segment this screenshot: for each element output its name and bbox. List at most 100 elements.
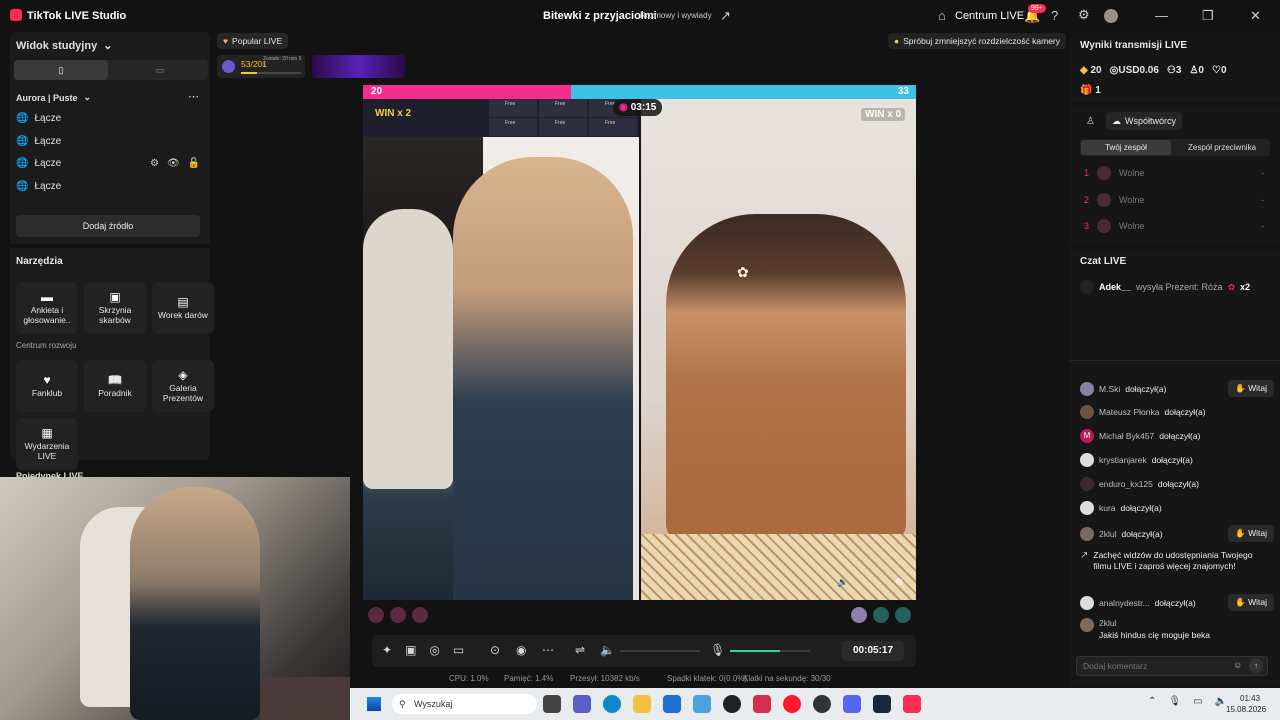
settings-icon[interactable]: ⚙ (150, 158, 159, 169)
person-settings-icon[interactable]: ♙ (1086, 116, 1095, 127)
witaj-label: Witaj (1248, 383, 1267, 393)
discord-icon[interactable] (843, 695, 861, 713)
team-slot[interactable]: 1 Wolne - (1084, 166, 1264, 180)
poll-tool[interactable]: ▬ Ankieta i głosowanie.. (16, 282, 78, 334)
centrum-live-link[interactable]: Centrum LIVE (955, 10, 1024, 22)
add-source-button[interactable]: Dodaj źródło (16, 215, 200, 237)
volume-icon[interactable]: 🔈 (600, 643, 615, 657)
supporter-avatar[interactable] (873, 607, 889, 623)
home-icon[interactable]: ⌂ (938, 8, 946, 23)
supporter-avatar[interactable] (851, 607, 867, 623)
steam-icon[interactable] (873, 695, 891, 713)
emoji-icon[interactable]: ☺ (1233, 660, 1242, 670)
maximize-icon[interactable]: ❐ (1202, 8, 1214, 24)
chat-row: krystianjarek dołączył(a) (1080, 453, 1274, 467)
teams-icon[interactable] (573, 695, 591, 713)
taskbar-search[interactable]: ⚲ Wyszukaj (392, 694, 537, 714)
slot-label: Wolne (1119, 168, 1145, 178)
slot-label: Wolne (1119, 221, 1145, 231)
network-icon[interactable]: ▭ (1193, 696, 1202, 707)
slot-value: - (1261, 221, 1264, 231)
more-icon[interactable]: ⋯ (542, 643, 554, 657)
layout-icon[interactable]: ▣ (405, 643, 416, 657)
volume-slider[interactable] (620, 650, 700, 652)
send-icon[interactable]: ↑ (1249, 659, 1263, 673)
magic-wand-icon[interactable]: ✦ (382, 643, 392, 657)
cohosts-button[interactable]: ☁ Współtwórcy (1106, 112, 1183, 130)
guide-tool[interactable]: 📖 Poradnik (84, 360, 146, 412)
recorder-icon[interactable] (753, 695, 771, 713)
lock-icon[interactable]: 🔓 (188, 158, 200, 169)
host-video: WIN x 2 Free Free Free Free Free Free (363, 99, 639, 600)
tray-chevron-icon[interactable]: ⌃ (1148, 696, 1156, 707)
profile-avatar[interactable] (1104, 9, 1118, 23)
clock-date[interactable]: 15.08.2026 (1226, 705, 1266, 714)
help-icon[interactable]: ? (1051, 8, 1058, 23)
edge-icon[interactable] (603, 695, 621, 713)
treasure-tool[interactable]: ▣ Skrzynia skarbów (84, 282, 146, 334)
minimize-icon[interactable]: — (1155, 8, 1168, 23)
mixer-icon[interactable]: ⇌ (575, 643, 585, 657)
rank-progress-widget[interactable]: 53/201 Zostało: 20 min 5 s (217, 55, 305, 78)
github-icon[interactable] (813, 695, 831, 713)
landscape-button[interactable]: ▭ (112, 60, 208, 80)
source-item[interactable]: 🌐 Łącze (16, 113, 61, 124)
task-view-icon[interactable] (543, 695, 561, 713)
store-icon[interactable] (663, 695, 681, 713)
supporter-avatar[interactable] (368, 607, 384, 623)
tab-my-team[interactable]: Twój zespół (1081, 140, 1171, 155)
title-bar: TikTok LIVE Studio Bitewki z przyjaciolm… (0, 0, 1280, 32)
cohosts-label: Współtwórcy (1125, 116, 1177, 126)
screen-icon[interactable]: ▭ (453, 643, 464, 657)
microphone-icon[interactable]: 🎙 (710, 643, 725, 657)
event-banner[interactable] (312, 55, 405, 78)
lightbulb-icon: ● (894, 36, 900, 46)
mic-slider[interactable] (730, 650, 810, 652)
gift-gallery-tool[interactable]: ◈ Galeria Prezentów (152, 360, 214, 412)
windows-start-icon[interactable] (367, 697, 381, 711)
view-selector[interactable]: Widok studyjny ⌄ (16, 39, 112, 53)
source-item[interactable]: 🌐 Łącze (16, 181, 61, 192)
win-left-label: WIN x 2 (375, 108, 412, 119)
fanclub-tool[interactable]: ♥ Fanklub (16, 360, 78, 412)
source-item[interactable]: 🌐 Łącze (16, 136, 61, 147)
gear-icon[interactable]: ⚙ (1078, 7, 1090, 23)
camera-icon[interactable]: ◉ (516, 643, 526, 657)
witaj-button[interactable]: ✋ Witaj (1228, 525, 1274, 542)
system-tray: ⌃ 🎙 ▭ 🔈 (1148, 696, 1227, 707)
supporter-avatar[interactable] (895, 607, 911, 623)
scene-selector[interactable]: Aurora | Puste ⌄ (16, 92, 91, 103)
share-icon[interactable]: ↗ (720, 8, 731, 24)
events-tool[interactable]: ▦ Wydarzenia LIVE (16, 418, 78, 470)
close-icon[interactable]: ✕ (1250, 8, 1261, 24)
add-icon[interactable]: ⊕ (895, 577, 903, 588)
tab-opponent-team[interactable]: Zespół przeciwnika (1175, 140, 1269, 155)
explorer-icon[interactable] (633, 695, 651, 713)
source-label: Łącze (34, 136, 62, 147)
mic-tray-icon[interactable]: 🎙 (1168, 696, 1181, 707)
comment-input[interactable] (1083, 659, 1223, 673)
opera-icon[interactable] (783, 695, 801, 713)
record-icon[interactable]: ⊙ (490, 643, 500, 657)
supporter-avatar[interactable] (412, 607, 428, 623)
witaj-button[interactable]: ✋ Witaj (1228, 594, 1274, 611)
source-item[interactable]: 🌐 Łącze (16, 158, 61, 169)
witaj-button[interactable]: ✋ Witaj (1228, 380, 1274, 397)
team-slot[interactable]: 3 Wolne - (1084, 219, 1264, 233)
chatgpt-icon[interactable] (723, 695, 741, 713)
clock-time[interactable]: 01:43 (1240, 694, 1260, 703)
more-icon[interactable]: ⋯ (188, 90, 199, 103)
tiktok-studio-icon[interactable] (903, 695, 921, 713)
team-slot[interactable]: 2 Wolne - (1084, 193, 1264, 207)
effects-icon[interactable]: ◎ (429, 643, 439, 657)
portrait-button[interactable]: ▯ (14, 60, 108, 80)
popular-live-badge[interactable]: ♥ Popular LIVE (217, 33, 289, 49)
app-icon[interactable] (693, 695, 711, 713)
free-label: Free (555, 101, 566, 107)
eye-icon[interactable]: 👁 (167, 158, 180, 169)
speaker-icon[interactable]: 🔈 (837, 577, 848, 588)
chat-user: 2klul (1099, 528, 1117, 539)
supporter-avatar[interactable] (390, 607, 406, 623)
chat-row: 2klul dołączył(a) ✋ Witaj (1080, 525, 1274, 542)
gift-bag-tool[interactable]: ▤ Worek darów (152, 282, 214, 334)
